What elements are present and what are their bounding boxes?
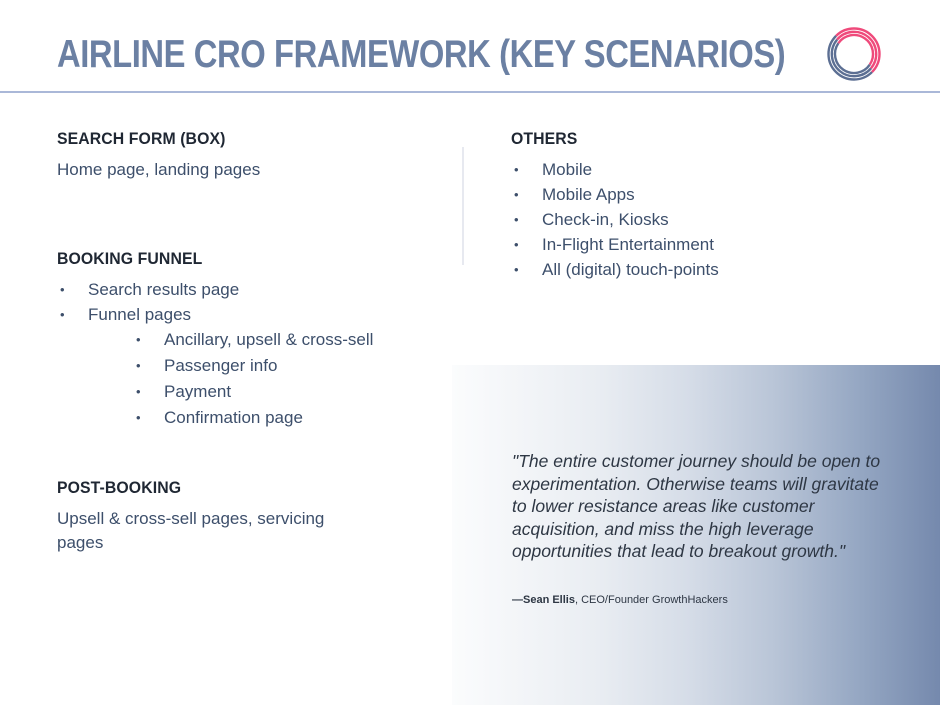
booking-funnel-bullet-list: • Search results page • Funnel pages — [57, 277, 447, 327]
bullet-dot-icon: • — [136, 410, 141, 425]
list-item: • Check-in, Kiosks — [511, 207, 911, 232]
list-item-label: Funnel pages — [88, 305, 192, 324]
bullet-dot-icon: • — [136, 332, 141, 347]
page-title: AIRLINE CRO FRAMEWORK (KEY SCENARIOS) — [57, 33, 786, 76]
list-item: • All (digital) touch-points — [511, 257, 911, 282]
bullet-dot-icon: • — [514, 237, 519, 252]
column-divider — [462, 147, 464, 265]
list-item-label: Mobile — [542, 160, 593, 179]
list-item: • Mobile — [511, 157, 911, 182]
list-item: • Confirmation page — [133, 405, 447, 431]
right-column: OTHERS • Mobile • Mobile Apps • Check-in… — [511, 128, 911, 282]
list-item-label: All (digital) touch-points — [542, 260, 719, 279]
list-item: • In-Flight Entertainment — [511, 232, 911, 257]
bullet-dot-icon: • — [514, 187, 519, 202]
quote-text: "The entire customer journey should be o… — [512, 451, 881, 561]
list-item: • Mobile Apps — [511, 182, 911, 207]
bullet-dot-icon: • — [60, 307, 65, 322]
bullet-dot-icon: • — [514, 212, 519, 227]
bullet-dot-icon: • — [60, 282, 65, 297]
list-item-label: Passenger info — [164, 356, 278, 375]
header-divider-rule — [0, 91, 940, 93]
list-item: • Funnel pages — [57, 302, 447, 327]
section-heading-post-booking: POST-BOOKING — [57, 478, 182, 497]
quote-author-name: —Sean Ellis — [512, 594, 575, 606]
list-item-label: Payment — [164, 382, 232, 401]
section-search-form: SEARCH FORM (BOX) Home page, landing pag… — [57, 128, 447, 182]
bullet-dot-icon: • — [136, 384, 141, 399]
left-column: SEARCH FORM (BOX) Home page, landing pag… — [57, 128, 447, 555]
list-item-label: Check-in, Kiosks — [542, 210, 669, 229]
section-body-post-booking: Upsell & cross-sell pages, servicing pag… — [57, 509, 325, 552]
list-item: • Ancillary, upsell & cross-sell — [133, 327, 447, 353]
list-item-label: Confirmation page — [164, 408, 303, 427]
quote-attribution: —Sean Ellis, CEO/Founder GrowthHackers — [512, 593, 912, 607]
list-item: • Payment — [133, 379, 447, 405]
bullet-dot-icon: • — [514, 262, 519, 277]
section-heading-others: OTHERS — [511, 129, 578, 148]
list-item: • Search results page — [57, 277, 447, 302]
others-bullet-list: • Mobile • Mobile Apps • Check-in, Kiosk… — [511, 157, 911, 282]
section-heading-search-form: SEARCH FORM (BOX) — [57, 129, 226, 148]
list-item: • Passenger info — [133, 353, 447, 379]
section-booking-funnel: BOOKING FUNNEL • Search results page • F… — [57, 248, 447, 431]
section-heading-booking-funnel: BOOKING FUNNEL — [57, 249, 203, 268]
section-post-booking: POST-BOOKING Upsell & cross-sell pages, … — [57, 477, 447, 555]
list-item-label: Ancillary, upsell & cross-sell — [164, 330, 374, 349]
quote-author-role: , CEO/Founder GrowthHackers — [574, 594, 728, 606]
bullet-dot-icon: • — [136, 358, 141, 373]
list-item-label: Mobile Apps — [542, 185, 635, 204]
concentric-ring-logo-icon — [826, 26, 882, 82]
booking-funnel-sub-bullet-list: • Ancillary, upsell & cross-sell • Passe… — [133, 327, 447, 431]
section-body-search-form: Home page, landing pages — [57, 160, 261, 179]
list-item-label: In-Flight Entertainment — [542, 235, 714, 254]
bullet-dot-icon: • — [514, 162, 519, 177]
slide-airline-cro-framework: AIRLINE CRO FRAMEWORK (KEY SCENARIOS) "T… — [0, 0, 940, 705]
quote-panel: "The entire customer journey should be o… — [452, 365, 940, 705]
list-item-label: Search results page — [88, 280, 240, 299]
